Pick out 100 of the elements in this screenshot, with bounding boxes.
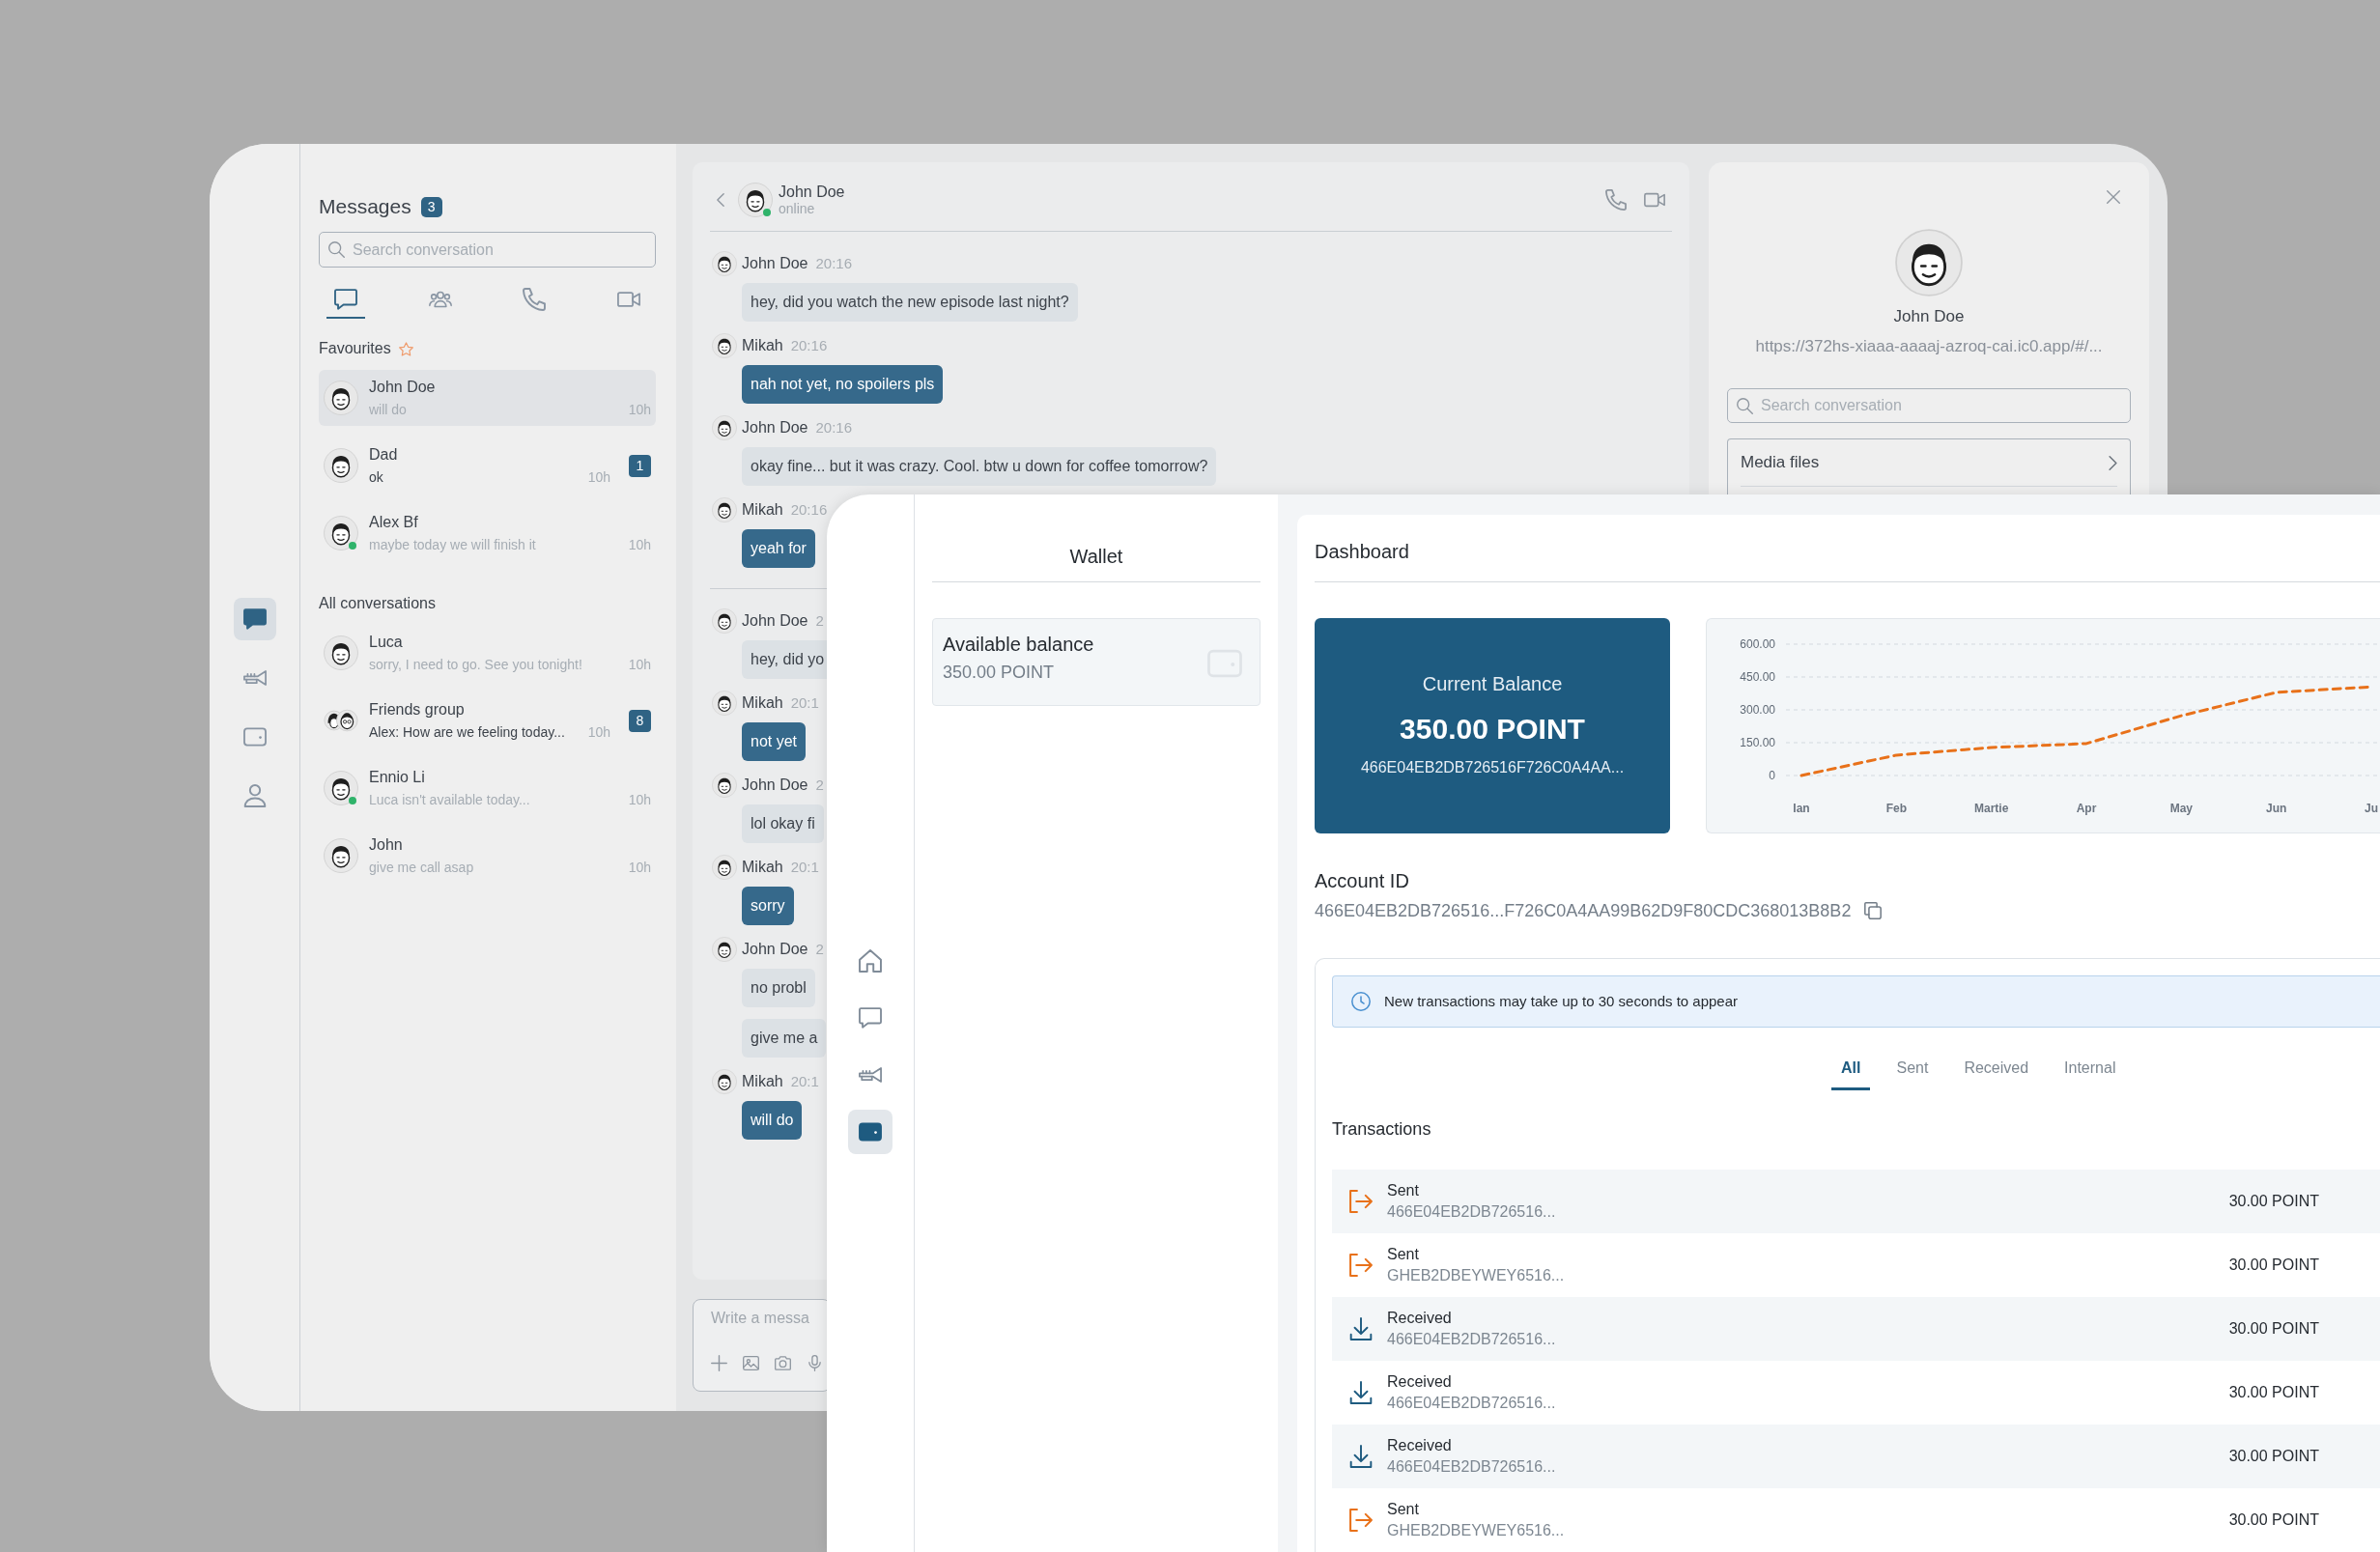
transaction-amount: 30.00 POINT <box>2228 1447 2319 1466</box>
section-title: Favourites <box>319 339 391 358</box>
transaction-type: Received <box>1387 1372 1452 1392</box>
search-field[interactable]: Search conversation <box>1727 388 2131 423</box>
conversation-item[interactable]: Luca sorry, I need to go. See you tonight! 10h <box>319 625 656 681</box>
transaction-address: 466E04EB2DB726516... <box>1387 1457 1556 1477</box>
call-button[interactable] <box>1605 188 1627 211</box>
add-button[interactable] <box>711 1355 727 1371</box>
message-bubble: will do <box>742 1101 803 1140</box>
message-time: 2 <box>815 611 824 631</box>
account-id-label: Account ID <box>1315 869 1409 893</box>
conversation-item[interactable]: Ennio Li Luca isn't available today... 10h <box>319 760 656 816</box>
message-bubble: nah not yet, no spoilers pls <box>742 365 944 404</box>
message-time: 10h <box>586 723 610 741</box>
search-field[interactable]: Search conversation <box>319 232 656 268</box>
message-bubble: yeah for <box>742 529 815 568</box>
y-axis-label: 600.00 <box>1740 637 1775 651</box>
home-icon <box>859 949 882 973</box>
y-axis-label: 300.00 <box>1740 703 1775 717</box>
chevron-right-icon <box>2109 455 2117 470</box>
avatar-icon <box>324 838 358 873</box>
clock-icon <box>1351 992 1371 1011</box>
chat-bubble-icon <box>242 607 267 631</box>
message-time: 10h <box>627 791 651 808</box>
contact-name: Alex Bf <box>369 513 418 532</box>
close-icon <box>2107 190 2120 204</box>
contact-name: John Doe <box>369 378 436 397</box>
voice-button[interactable] <box>807 1355 823 1371</box>
transaction-address: 466E04EB2DB726516... <box>1387 1394 1556 1413</box>
balance-amount: 350.00 POINT <box>1400 712 1585 747</box>
message-time: 10h <box>627 536 651 553</box>
profile-name: John Doe <box>1893 306 1965 327</box>
message-time: 10h <box>627 401 651 418</box>
avatar-icon <box>712 855 737 880</box>
microphone-icon <box>807 1355 823 1371</box>
transaction-type: Received <box>1387 1309 1452 1328</box>
filter-tab[interactable]: Sent <box>1886 1057 1939 1090</box>
contact-name: Luca <box>369 633 403 652</box>
message-time: 2 <box>815 940 824 959</box>
close-button[interactable] <box>2104 187 2123 207</box>
transaction-amount: 30.00 POINT <box>2228 1383 2319 1402</box>
x-axis-label: Ian <box>1793 802 1810 815</box>
conversation-item[interactable]: Dad ok 10h 1 <box>319 437 656 494</box>
avatar-icon <box>738 182 773 217</box>
x-axis-label: Martie <box>1974 802 2009 815</box>
search-icon <box>1737 398 1753 414</box>
wallet-icon <box>242 725 267 748</box>
transaction-amount: 30.00 POINT <box>2228 1319 2319 1339</box>
avatar-icon <box>712 415 737 440</box>
user-icon <box>242 784 267 807</box>
avatar-icon <box>712 937 737 962</box>
contact-name: John Doe <box>779 182 845 201</box>
balance-label: Available balance <box>943 633 1094 657</box>
transaction-type: Sent <box>1387 1245 1419 1264</box>
transaction-address: GHEB2DBEYWEY6516... <box>1387 1266 1565 1285</box>
sender-name: Mikah <box>742 858 783 877</box>
nav-button[interactable] <box>848 1110 892 1154</box>
filter-tab[interactable]: Received <box>1954 1057 2039 1090</box>
x-axis-label: May <box>2169 802 2193 815</box>
contact-name: Friends group <box>369 700 465 720</box>
sender-name: Mikah <box>742 500 783 520</box>
conversation-item[interactable]: Alex Bf maybe today we will finish it 10h <box>319 505 656 561</box>
transaction-amount: 30.00 POINT <box>2228 1192 2319 1211</box>
avatar-icon <box>712 497 737 522</box>
sender-name: John Doe <box>742 254 808 273</box>
message-time: 20:1 <box>790 693 819 713</box>
message-bubble: okay fine... but it was crazy. Cool. btw u down for coffee tomorrow? <box>742 447 1217 486</box>
section-title: Transactions <box>1332 1118 1431 1141</box>
avatar-icon <box>712 1069 737 1094</box>
x-axis-label: Ju <box>2365 802 2378 815</box>
message-time: 20:1 <box>790 1072 819 1091</box>
camera-button[interactable] <box>775 1355 791 1371</box>
y-axis-label: 150.00 <box>1740 736 1775 749</box>
unread-count-badge: 1 <box>629 454 651 477</box>
avatar-icon <box>712 251 737 276</box>
copy-icon <box>1864 902 1883 919</box>
chat-bubble-icon <box>334 288 357 311</box>
conversation-item[interactable]: John give me call asap 10h <box>319 828 656 884</box>
message-time: 20:16 <box>790 500 828 520</box>
transaction-address: 466E04EB2DB726516... <box>1387 1202 1556 1222</box>
copy-button[interactable] <box>1864 902 1883 919</box>
filter-tab[interactable]: All <box>1831 1057 1871 1090</box>
exit-arrow-icon <box>1349 1509 1373 1532</box>
message-bubble: give me a <box>742 1019 827 1058</box>
conversation-item[interactable]: Friends group Alex: How are we feeling today... 10h 8 <box>319 692 656 748</box>
filter-tab[interactable]: Internal <box>2054 1057 2126 1090</box>
transaction-address: 466E04EB2DB726516... <box>1387 1330 1556 1349</box>
avatar-icon <box>1895 229 1963 296</box>
image-button[interactable] <box>743 1355 759 1371</box>
message-input[interactable]: Write a messa <box>711 1306 823 1331</box>
camera-icon <box>775 1355 791 1371</box>
nav-button[interactable] <box>233 598 276 640</box>
plus-icon <box>711 1355 727 1371</box>
exit-arrow-icon <box>1349 1190 1373 1213</box>
transaction-type: Sent <box>1387 1181 1419 1200</box>
message-time: 10h <box>627 656 651 673</box>
sender-name: John Doe <box>742 418 808 437</box>
message-bubble: no probl <box>742 969 815 1007</box>
message-bubble: lol okay fi <box>742 804 824 843</box>
conversation-item[interactable]: John Doe will do 10h <box>319 370 656 426</box>
